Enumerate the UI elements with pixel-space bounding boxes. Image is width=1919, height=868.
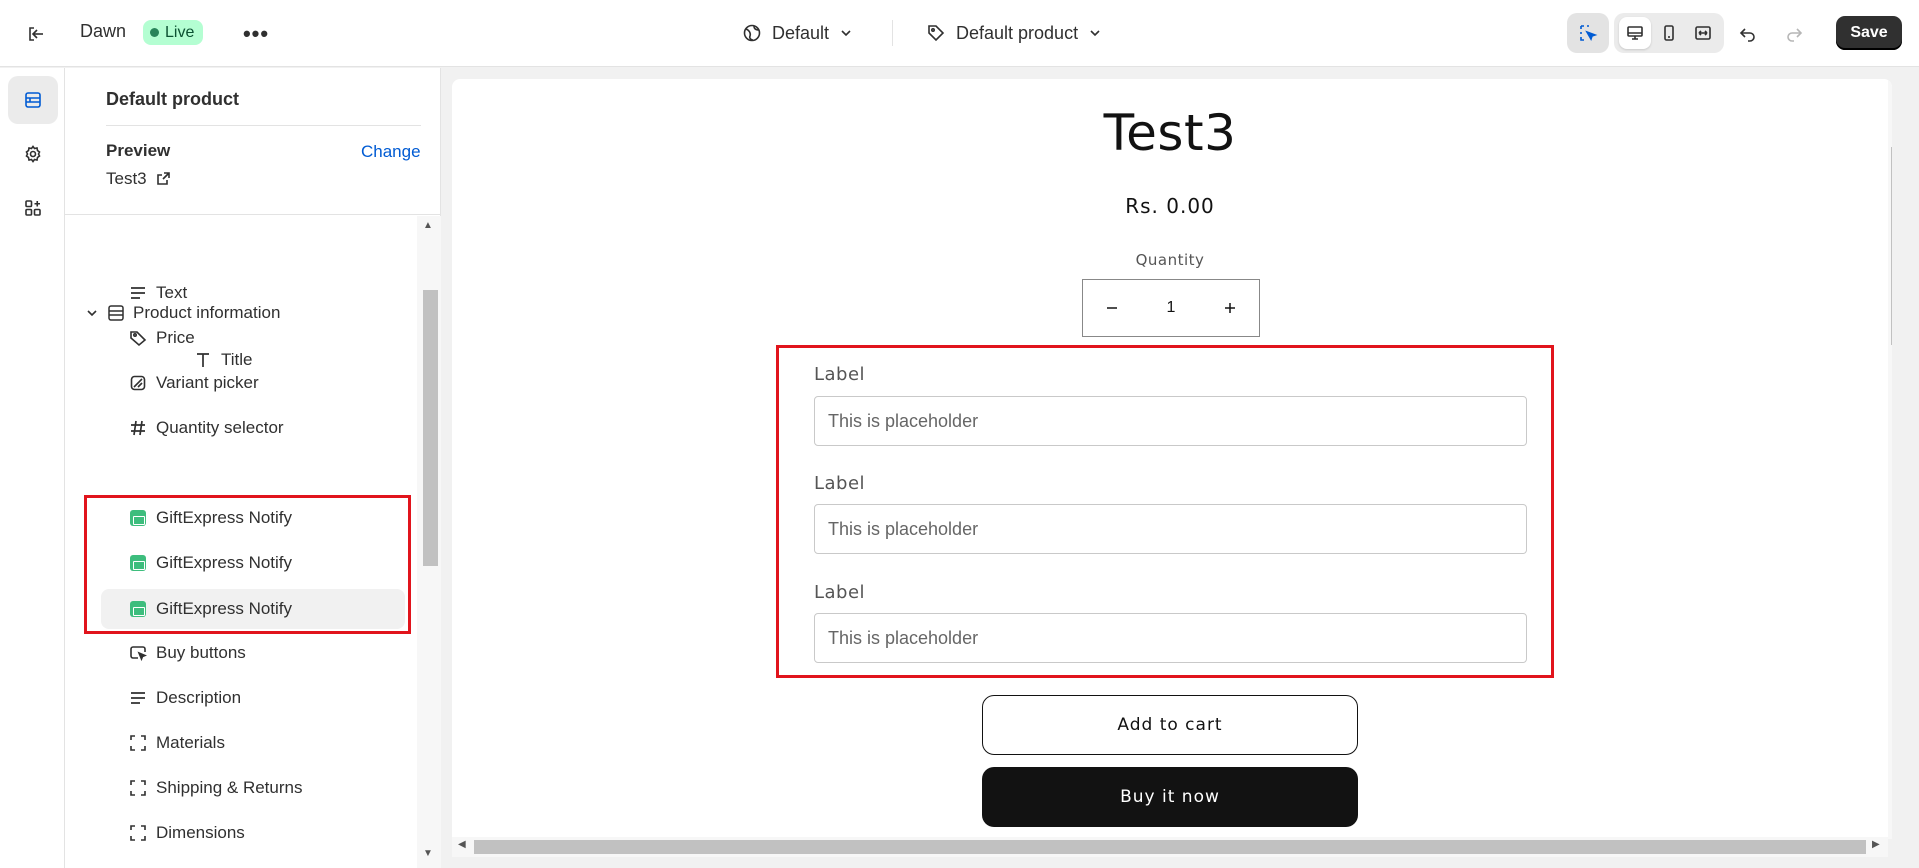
theme-name: Dawn [80, 21, 127, 41]
undo-button[interactable] [1732, 18, 1764, 50]
block-label: Shipping & Returns [156, 778, 303, 797]
quantity-label: Quantity [1135, 251, 1205, 269]
divider [65, 214, 441, 215]
quantity-value[interactable]: 1 [1141, 299, 1201, 317]
sections-button[interactable] [8, 76, 58, 124]
select-cursor-icon [1580, 25, 1598, 41]
top-bar: Dawn Live ••• Default Default product Sa… [0, 0, 1919, 67]
block-label: Text [156, 283, 188, 302]
chevron-down-icon [1090, 30, 1100, 37]
minus-icon [1107, 307, 1117, 309]
quantity-stepper: 1 [1082, 279, 1260, 337]
scroll-up-icon[interactable]: ▲ [423, 220, 433, 231]
block-label: Variant picker [156, 373, 259, 392]
quantity-decrease-button[interactable] [1083, 280, 1141, 336]
preview-product-name: Test3 [106, 169, 147, 188]
block-label: Price [156, 328, 195, 347]
save-button[interactable]: Save [1836, 16, 1902, 50]
collapsible-icon [128, 733, 148, 753]
product-selector[interactable]: Default product [926, 16, 1102, 50]
text-align-icon [128, 688, 148, 708]
scrollbar-thumb[interactable] [423, 290, 438, 566]
preview-canvas: Test3 Rs. 0.00 Quantity 1 Label This is … [452, 79, 1892, 839]
template-select-label: Default [772, 22, 830, 43]
status-badge: Live [143, 20, 204, 45]
block-label: Dimensions [156, 823, 245, 842]
mobile-icon [1664, 25, 1674, 41]
preview-label: Preview [106, 141, 171, 160]
more-actions-button[interactable]: ••• [240, 18, 272, 50]
canvas-vertical-scrollbar[interactable]: ▲ ▼ [1888, 79, 1892, 839]
viewport-switcher [1614, 13, 1724, 53]
product-title: Test3 [1103, 104, 1237, 162]
sidebar-scrollbar[interactable]: ▲ ▼ [417, 216, 441, 868]
block-dimensions[interactable]: Dimensions [101, 814, 405, 852]
gear-icon [25, 145, 41, 163]
scroll-down-icon[interactable]: ▼ [423, 848, 433, 859]
highlight-box [84, 495, 411, 634]
block-buy-buttons[interactable]: Buy buttons [101, 634, 405, 672]
block-materials[interactable]: Materials [101, 724, 405, 762]
live-dot-icon [150, 28, 159, 37]
chevron-down-icon [87, 310, 97, 317]
highlight-box [776, 345, 1554, 678]
chevron-down-icon [841, 30, 851, 37]
mobile-view-button[interactable] [1653, 17, 1685, 49]
external-link-icon [156, 172, 170, 185]
block-shipping-returns[interactable]: Shipping & Returns [101, 769, 405, 807]
quantity-increase-button[interactable] [1201, 280, 1259, 336]
theme-settings-button[interactable] [8, 130, 58, 178]
buy-now-button[interactable]: Buy it now [982, 767, 1358, 827]
left-rail [0, 68, 65, 868]
desktop-view-button[interactable] [1619, 17, 1651, 49]
price-tag-icon [128, 328, 148, 348]
desktop-icon [1627, 26, 1643, 40]
status-badge-label: Live [165, 23, 195, 41]
canvas-horizontal-scrollbar[interactable]: ◀ ▶ [452, 837, 1888, 857]
redo-button[interactable] [1778, 18, 1810, 50]
block-label: Buy buttons [156, 643, 246, 662]
text-align-icon [128, 283, 148, 303]
variant-icon [128, 373, 148, 393]
inspector-button[interactable] [1567, 13, 1609, 53]
preview-product-link[interactable]: Test3 [106, 169, 171, 189]
scroll-left-icon[interactable]: ◀ [458, 839, 466, 850]
divider [892, 20, 893, 46]
block-label: Quantity selector [156, 418, 284, 437]
exit-icon[interactable] [20, 18, 52, 50]
scroll-right-icon[interactable]: ▶ [1872, 839, 1880, 850]
hash-icon [128, 418, 148, 438]
product-price: Rs. 0.00 [1125, 194, 1215, 218]
sidebar-title: Default product [106, 89, 239, 109]
block-label: Materials [156, 733, 225, 752]
redo-icon [1787, 28, 1803, 42]
undo-icon [1739, 28, 1755, 42]
collapsible-icon [128, 778, 148, 798]
block-label: Description [156, 688, 242, 707]
globe-icon [743, 24, 761, 42]
block-description[interactable]: Description [101, 679, 405, 717]
template-selector[interactable]: Default [742, 16, 853, 50]
change-preview-link[interactable]: Change [361, 142, 421, 162]
app-embeds-button[interactable] [8, 184, 58, 232]
scrollbar-thumb[interactable] [1891, 147, 1892, 345]
plus-icon [1225, 303, 1235, 313]
buy-buttons-icon [128, 643, 148, 663]
block-price[interactable]: Price [101, 319, 405, 357]
block-text[interactable]: Text [101, 274, 405, 312]
collapsible-icon [128, 823, 148, 843]
block-quantity-selector[interactable]: Quantity selector [101, 409, 405, 447]
block-variant-picker[interactable]: Variant picker [101, 364, 405, 402]
fullwidth-view-button[interactable] [1687, 17, 1719, 49]
apps-icon [25, 200, 41, 216]
add-to-cart-button[interactable]: Add to cart [982, 695, 1358, 755]
sections-icon [25, 92, 41, 108]
expand-icon [1695, 26, 1711, 40]
tag-icon [928, 25, 945, 42]
scrollbar-thumb[interactable] [474, 840, 1866, 854]
more-icon: ••• [242, 21, 270, 46]
product-select-label: Default product [956, 22, 1079, 43]
divider [106, 125, 421, 126]
